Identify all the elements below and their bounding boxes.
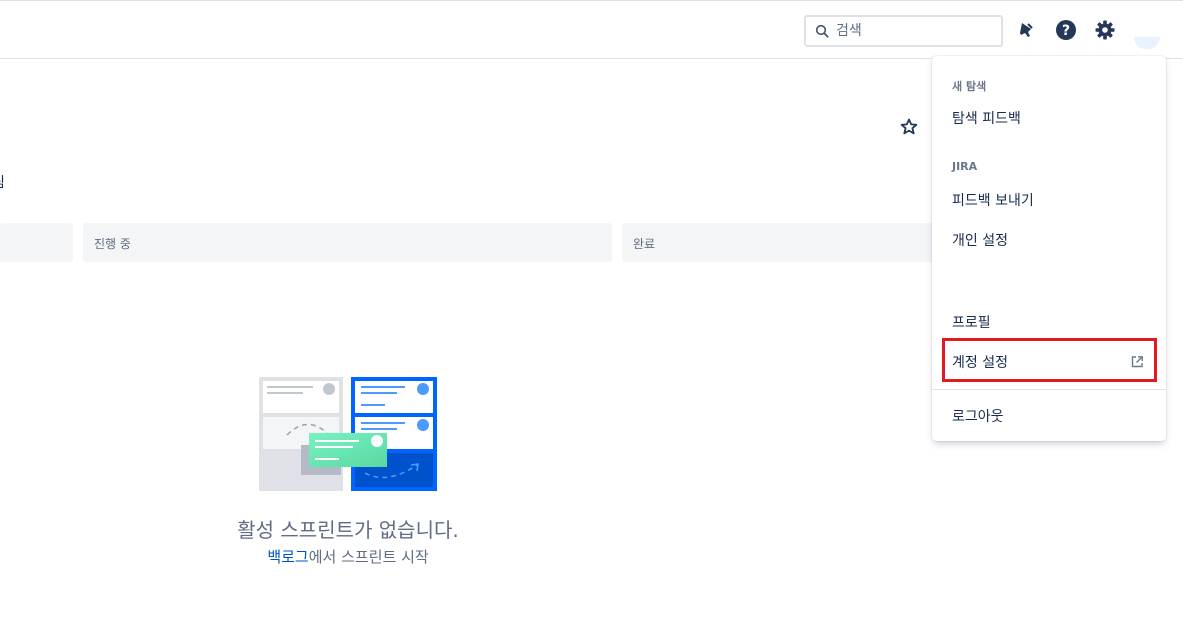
column-header-in-progress: 진행 중 xyxy=(83,223,612,262)
highlight-box xyxy=(942,338,1157,382)
star-icon[interactable] xyxy=(899,117,919,137)
app-root: ? 림 xyxy=(0,0,1183,635)
help-icon: ? xyxy=(1056,20,1076,40)
empty-state-suffix: 에서 스프린트 시작 xyxy=(308,548,429,566)
settings-button[interactable] xyxy=(1093,18,1117,42)
menu-item-label: 로그아웃 xyxy=(952,409,1004,425)
settings-dropdown-menu: 새 탐색 탐색 피드백 JIRA 피드백 보내기 개인 설정 프로필 계정 설정… xyxy=(932,56,1166,441)
notification-icon xyxy=(1020,23,1033,37)
backlog-link[interactable]: 백로그 xyxy=(267,548,308,566)
board-filter-label: 림 xyxy=(0,172,5,192)
menu-item-label: 프로필 xyxy=(952,315,991,331)
empty-state-title: 활성 스프린트가 없습니다. xyxy=(237,518,459,542)
search-box[interactable] xyxy=(804,15,1003,47)
column-label: 완료 xyxy=(633,237,656,251)
menu-item-send-feedback[interactable]: 피드백 보내기 xyxy=(932,179,1166,219)
column-header-todo xyxy=(0,223,73,262)
column-label: 진행 중 xyxy=(94,237,131,251)
column-header-done: 완료 xyxy=(622,223,952,262)
avatar[interactable] xyxy=(1134,37,1160,49)
menu-item-label: 개인 설정 xyxy=(952,233,1008,249)
search-icon xyxy=(815,24,829,38)
top-navigation-bar: ? xyxy=(0,0,1183,59)
menu-item-logout[interactable]: 로그아웃 xyxy=(932,395,1166,435)
menu-item-label: 탐색 피드백 xyxy=(952,111,1021,127)
menu-section-header-jira: JIRA xyxy=(952,160,978,173)
empty-board-illustration xyxy=(259,377,437,491)
empty-state-subtitle: 백로그에서 스프린트 시작 xyxy=(168,546,528,567)
notification-button[interactable] xyxy=(1014,18,1038,42)
menu-item-label: 피드백 보내기 xyxy=(952,193,1034,209)
menu-item-navigation-feedback[interactable]: 탐색 피드백 xyxy=(932,97,1166,137)
settings-icon xyxy=(1095,20,1115,40)
menu-item-profile[interactable]: 프로필 xyxy=(932,301,1166,341)
menu-divider xyxy=(932,389,1166,390)
help-button[interactable]: ? xyxy=(1054,18,1078,42)
svg-text:?: ? xyxy=(1062,23,1070,39)
menu-section-header-new-navigation: 새 탐색 xyxy=(952,80,987,93)
search-input[interactable] xyxy=(836,20,996,42)
menu-item-personal-settings[interactable]: 개인 설정 xyxy=(932,219,1166,259)
